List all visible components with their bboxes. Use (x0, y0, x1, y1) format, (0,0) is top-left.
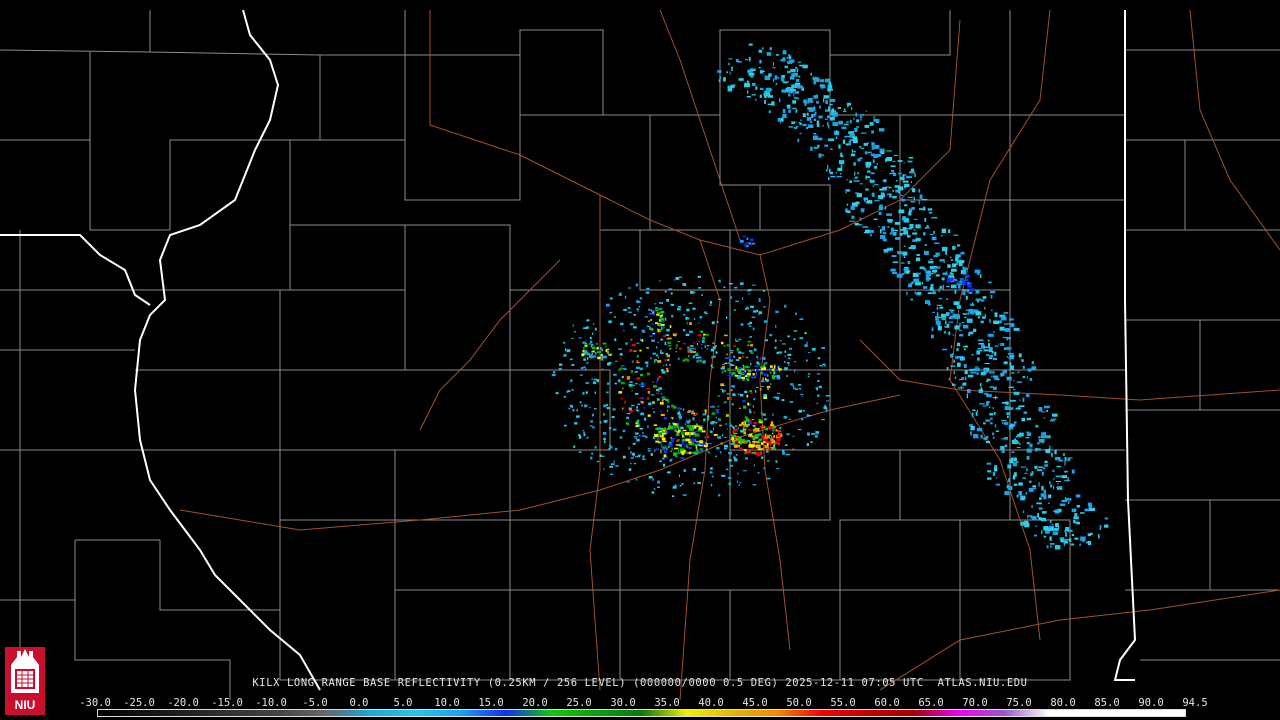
scale-label: 35.0 (654, 697, 680, 709)
scale-label: 10.0 (434, 697, 460, 709)
scale-label: 75.0 (1006, 697, 1032, 709)
scale-label: 5.0 (393, 697, 413, 709)
scale-label: 40.0 (698, 697, 724, 709)
scale-label: 85.0 (1094, 697, 1120, 709)
scale-label: 80.0 (1050, 697, 1076, 709)
scale-label: -30.0 (79, 697, 111, 709)
scale-label: 60.0 (874, 697, 900, 709)
scale-label: 94.5 (1182, 697, 1208, 709)
scale-label: -15.0 (211, 697, 243, 709)
scale-label: 15.0 (478, 697, 504, 709)
county-borders (0, 10, 1280, 700)
scale-label: 70.0 (962, 697, 988, 709)
scale-label: 45.0 (742, 697, 768, 709)
scale-label: 20.0 (522, 697, 548, 709)
scale-label: -25.0 (123, 697, 155, 709)
radar-map (0, 9, 1280, 701)
scale-label: 90.0 (1138, 697, 1164, 709)
scale-label: 50.0 (786, 697, 812, 709)
niu-logo-icon: NIU (5, 647, 45, 715)
scale-label: 30.0 (610, 697, 636, 709)
scale-label: -20.0 (167, 697, 199, 709)
color-scale-labels: -30.0 -25.0 -20.0 -15.0 -10.0 -5.0 0.0 5.0 10.0 1… (79, 697, 1207, 709)
niu-logo-text: NIU (15, 698, 36, 712)
product-caption: KILX LONG RANGE BASE REFLECTIVITY (0.25K… (252, 677, 1028, 689)
scale-label: 65.0 (918, 697, 944, 709)
scale-label: 55.0 (830, 697, 856, 709)
color-scale-bar (97, 709, 1186, 717)
scale-label: -5.0 (302, 697, 328, 709)
scale-label: 25.0 (566, 697, 592, 709)
scale-label: -10.0 (255, 697, 287, 709)
scale-label: 0.0 (349, 697, 369, 709)
